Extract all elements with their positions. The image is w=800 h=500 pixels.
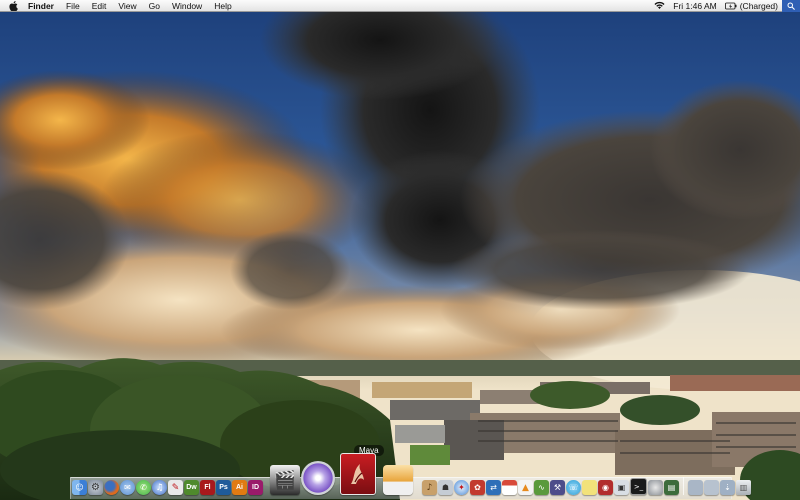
dock-flash[interactable]: Fl: [200, 480, 215, 495]
menu-go[interactable]: Go: [143, 0, 166, 12]
cone-icon: ▲: [522, 482, 529, 493]
dock-disk-utility[interactable]: [648, 480, 663, 495]
dock-firefox[interactable]: [104, 480, 119, 495]
dock-documents-stack[interactable]: [704, 480, 719, 495]
dock-divider: [683, 477, 684, 495]
spotlight-search-icon: [787, 2, 795, 10]
dock-system-preferences[interactable]: ⚙: [88, 480, 103, 495]
dock-skype[interactable]: ☏: [566, 480, 581, 495]
menu-file[interactable]: File: [60, 0, 86, 12]
dock-network-utility[interactable]: ⇄: [486, 480, 501, 495]
maya-icon: [351, 464, 364, 484]
dock-terminal[interactable]: >_: [630, 478, 647, 495]
dock-vlc[interactable]: ▲: [518, 480, 533, 495]
dock-automator[interactable]: ☗: [438, 480, 453, 495]
illustrator-icon: Ai: [236, 484, 243, 491]
desktop-wallpaper: [0, 0, 800, 500]
clapperboard-icon: 🎬: [273, 469, 297, 491]
dock-toast[interactable]: [383, 465, 413, 495]
dock-safari[interactable]: ✦: [454, 480, 469, 495]
dock-applications-stack[interactable]: [688, 480, 703, 495]
indesign-icon: ID: [252, 484, 259, 491]
dock-trash[interactable]: ▥: [736, 480, 751, 495]
pdf-icon: ✎: [171, 482, 180, 493]
dock-audio-tool[interactable]: ∿: [534, 480, 549, 495]
dock-maya[interactable]: [340, 453, 376, 495]
menu-app-name[interactable]: Finder: [26, 0, 60, 12]
dock-preview[interactable]: ▣: [614, 480, 629, 495]
menu-help[interactable]: Help: [208, 0, 237, 12]
dock-acrobat[interactable]: ✎: [168, 480, 183, 495]
dreamweaver-icon: Dw: [186, 484, 197, 491]
dock-ical[interactable]: [502, 480, 517, 495]
battery-status-label: (Charged): [739, 0, 778, 11]
waveform-icon: ∿: [538, 483, 545, 492]
wifi-icon: [654, 1, 665, 9]
camera-icon: ◉: [602, 483, 609, 492]
dock-stickies[interactable]: [582, 480, 597, 495]
dock-illustrator[interactable]: Ai: [232, 480, 247, 495]
terminal-icon: >_: [633, 482, 644, 491]
cs-icon: ✿: [474, 483, 481, 492]
desktop: Finder File Edit View Go Window Help Fri…: [0, 0, 800, 500]
chat-icon: ✆: [140, 483, 147, 492]
menu-bar: Finder File Edit View Go Window Help Fri…: [0, 0, 800, 12]
finder-icon: ☺: [75, 483, 84, 492]
dock-indesign[interactable]: ID: [248, 480, 263, 495]
mail-icon: ✉: [124, 483, 131, 492]
preview-icon: ▣: [617, 483, 626, 492]
dock-finder[interactable]: ☺: [72, 480, 87, 495]
dock-photo-booth[interactable]: ◉: [598, 480, 613, 495]
dock-ichat[interactable]: ✆: [136, 480, 151, 495]
gear-icon: ⚙: [91, 482, 100, 493]
guitar-icon: ♪: [426, 482, 433, 493]
compass-icon: ✦: [458, 483, 465, 492]
dock-mail[interactable]: ✉: [120, 480, 135, 495]
menu-window[interactable]: Window: [166, 0, 208, 12]
menu-view[interactable]: View: [112, 0, 142, 12]
apple-logo-icon: [8, 1, 18, 11]
battery-status[interactable]: (Charged): [721, 0, 782, 12]
trash-icon: ▥: [739, 483, 748, 492]
dock-itunes[interactable]: ♫: [152, 480, 167, 495]
battery-icon: [724, 2, 737, 9]
dock-activity-monitor[interactable]: ▤: [664, 480, 679, 495]
apple-menu-icon[interactable]: [0, 0, 26, 11]
dock-photoshop[interactable]: Ps: [216, 480, 231, 495]
wifi-status[interactable]: [650, 1, 669, 10]
dock-cs[interactable]: ✿: [470, 480, 485, 495]
dock-downloads-stack[interactable]: ⇣: [720, 480, 735, 495]
flash-icon: Fl: [204, 484, 211, 491]
dock-utility[interactable]: ⚒: [550, 480, 565, 495]
download-icon: ⇣: [724, 483, 731, 492]
menu-extras: Fri 1:46 AM (Charged): [650, 0, 800, 12]
monitor-icon: ▤: [667, 483, 676, 492]
robot-icon: ☗: [441, 483, 450, 492]
dock: ☺ ⚙ ✉ ✆ ♫ ✎ Dw Fl Ps Ai ID 🎬 ♪ ☗ ✦ ✿ ⇄ ▲…: [72, 452, 751, 498]
menu-clock[interactable]: Fri 1:46 AM: [669, 0, 720, 12]
dock-dreamweaver[interactable]: Dw: [184, 480, 199, 495]
photoshop-icon: Ps: [219, 484, 228, 491]
tool-icon: ⚒: [553, 483, 562, 492]
spotlight-button[interactable]: [782, 0, 800, 12]
network-icon: ⇄: [490, 483, 497, 492]
phone-icon: ☏: [568, 483, 579, 492]
music-icon: ♫: [155, 482, 164, 493]
menu-edit[interactable]: Edit: [86, 0, 113, 12]
dock-garageband[interactable]: ♪: [422, 480, 437, 495]
dock-dvd-player[interactable]: [301, 461, 335, 495]
dock-final-cut[interactable]: 🎬: [270, 465, 300, 495]
